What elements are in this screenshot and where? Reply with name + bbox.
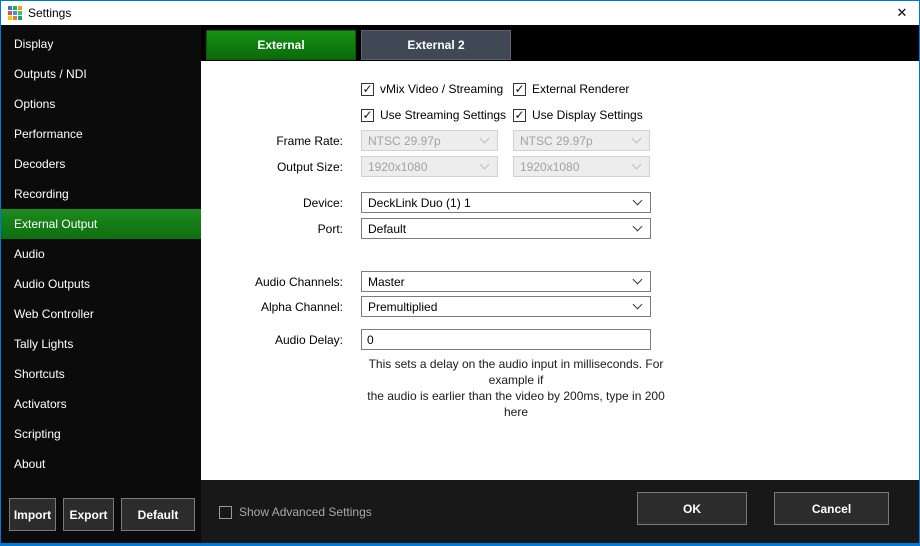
sidebar-item-scripting[interactable]: Scripting (1, 419, 201, 449)
settings-window: Settings ✕ Display Outputs / NDI Options… (0, 0, 920, 546)
output-size-label: Output Size: (201, 160, 361, 174)
frame-rate-label: Frame Rate: (201, 134, 361, 148)
sidebar-item-web-controller[interactable]: Web Controller (1, 299, 201, 329)
tab-external[interactable]: External (206, 30, 356, 60)
sidebar-item-performance[interactable]: Performance (1, 119, 201, 149)
sidebar-item-decoders[interactable]: Decoders (1, 149, 201, 179)
sidebar-item-about[interactable]: About (1, 449, 201, 479)
cancel-button[interactable]: Cancel (774, 492, 889, 525)
window-title: Settings (28, 6, 71, 20)
settings-form: vMix Video / Streaming External Renderer… (201, 61, 919, 480)
sidebar-item-display[interactable]: Display (1, 29, 201, 59)
chevron-down-icon (632, 134, 642, 144)
show-advanced-settings-label: Show Advanced Settings (239, 505, 372, 519)
vmix-logo-icon (8, 6, 22, 20)
port-select[interactable]: Default (361, 218, 651, 239)
use-streaming-settings-label: Use Streaming Settings (380, 108, 506, 122)
output-size-select-2: 1920x1080 (513, 156, 650, 177)
sidebar-item-outputs-ndi[interactable]: Outputs / NDI (1, 59, 201, 89)
frame-rate-select-2: NTSC 29.97p (513, 130, 650, 151)
use-streaming-settings-checkbox[interactable] (361, 109, 374, 122)
audio-delay-input[interactable] (361, 329, 651, 350)
chevron-down-icon (632, 160, 642, 170)
audio-channels-label: Audio Channels: (201, 275, 361, 289)
vmix-video-streaming-checkbox[interactable] (361, 83, 374, 96)
close-icon[interactable]: ✕ (885, 1, 919, 25)
chevron-down-icon (633, 275, 643, 285)
sidebar-item-audio-outputs[interactable]: Audio Outputs (1, 269, 201, 299)
chevron-down-icon (480, 134, 490, 144)
sidebar-item-tally-lights[interactable]: Tally Lights (1, 329, 201, 359)
main-panel: External External 2 vMix Video / Streami… (201, 25, 919, 543)
audio-delay-help-text: This sets a delay on the audio input in … (361, 356, 671, 420)
sidebar-item-audio[interactable]: Audio (1, 239, 201, 269)
ok-button[interactable]: OK (637, 492, 747, 525)
sidebar-item-options[interactable]: Options (1, 89, 201, 119)
chevron-down-icon (633, 300, 643, 310)
use-display-settings-label: Use Display Settings (532, 108, 643, 122)
sidebar-item-shortcuts[interactable]: Shortcuts (1, 359, 201, 389)
audio-channels-select[interactable]: Master (361, 271, 651, 292)
footer-bar: Show Advanced Settings OK Cancel (201, 480, 919, 543)
tab-bar: External External 2 (206, 30, 511, 60)
import-button[interactable]: Import (9, 498, 56, 531)
port-label: Port: (201, 222, 361, 236)
chevron-down-icon (633, 222, 643, 232)
sidebar: Display Outputs / NDI Options Performanc… (1, 25, 201, 543)
tab-external-2[interactable]: External 2 (361, 30, 511, 60)
chevron-down-icon (633, 196, 643, 206)
titlebar: Settings ✕ (1, 1, 919, 25)
device-label: Device: (201, 196, 361, 210)
audio-delay-label: Audio Delay: (201, 333, 361, 347)
external-renderer-checkbox[interactable] (513, 83, 526, 96)
sidebar-item-external-output[interactable]: External Output (1, 209, 201, 239)
output-size-select-1: 1920x1080 (361, 156, 498, 177)
use-display-settings-checkbox[interactable] (513, 109, 526, 122)
default-button[interactable]: Default (121, 498, 195, 531)
sidebar-item-recording[interactable]: Recording (1, 179, 201, 209)
external-renderer-label: External Renderer (532, 82, 629, 96)
export-button[interactable]: Export (63, 498, 114, 531)
device-select[interactable]: DeckLink Duo (1) 1 (361, 192, 651, 213)
sidebar-item-activators[interactable]: Activators (1, 389, 201, 419)
show-advanced-settings-checkbox[interactable] (219, 506, 232, 519)
chevron-down-icon (480, 160, 490, 170)
vmix-video-streaming-label: vMix Video / Streaming (380, 82, 503, 96)
frame-rate-select-1: NTSC 29.97p (361, 130, 498, 151)
alpha-channel-select[interactable]: Premultiplied (361, 296, 651, 317)
alpha-channel-label: Alpha Channel: (201, 300, 361, 314)
